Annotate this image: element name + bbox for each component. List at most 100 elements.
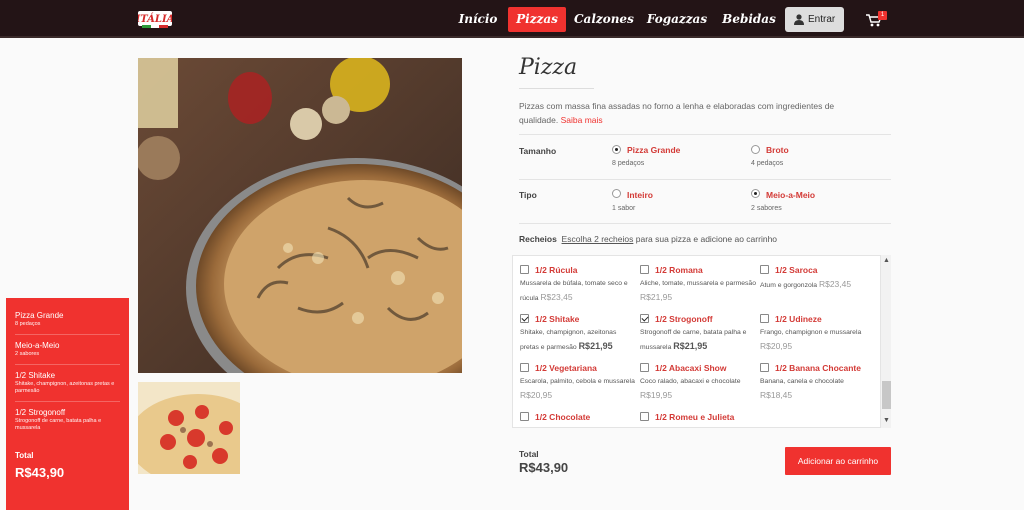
filling-name[interactable]: 1/2 Banana Chocante (775, 363, 861, 373)
filling-desc: Strogonoff de carne, batata palha e muss… (640, 327, 756, 354)
fillings-header: Recheios Escolha 2 recheios para sua piz… (519, 234, 777, 244)
fillings-scrollbar[interactable]: ▲ ▼ (880, 255, 891, 428)
size-sub-grande: 8 pedaços (612, 160, 645, 167)
summary-total-label: Total (15, 451, 34, 460)
total-label: Total (519, 449, 539, 459)
filling-checkbox[interactable] (520, 314, 529, 323)
filling-desc-text: Escarola, palmito, cebola e mussarela (520, 378, 635, 385)
summary-item-name: 1/2 Strogonoff (15, 408, 66, 417)
scroll-up-icon[interactable]: ▲ (883, 257, 890, 265)
nav-bebidas[interactable]: Bebidas (722, 7, 776, 32)
filling-desc-text: Mussarela de búfala, tomate seco e rúcul… (520, 280, 628, 302)
fillings-list[interactable]: 1/2 Rúcula Mussarela de búfala, tomate s… (512, 255, 891, 428)
pizza-thumbnail[interactable] (138, 382, 240, 474)
filling-price: R$19,95 (640, 389, 673, 400)
summary-item-name: 1/2 Shitake (15, 371, 56, 380)
summary-item-detail: Shitake, champignon, azeitonas pretas e … (15, 381, 115, 394)
filling-desc-text: Frango, champignon e mussarela (760, 329, 862, 336)
product-title: Pizza (519, 55, 578, 80)
total-value: R$43,90 (519, 460, 569, 475)
filling-checkbox[interactable] (760, 363, 769, 372)
filling-desc: Banana, canela e chocolate R$18,45 (760, 376, 876, 403)
nav-inicio[interactable]: Início (456, 7, 500, 32)
filling-desc-text: Atum e gorgonzola (760, 282, 818, 289)
nav-calzones[interactable]: Calzones (574, 7, 634, 32)
filling-price: R$21,95 (578, 340, 613, 351)
size-label: Tamanho (519, 146, 557, 156)
saiba-mais-link[interactable]: Saiba mais (561, 115, 603, 125)
filling-desc: Escarola, palmito, cebola e mussarela R$… (520, 376, 636, 403)
add-to-cart-button[interactable]: Adicionar ao carrinho (785, 447, 891, 475)
type-label: Tipo (519, 190, 537, 200)
filling-name[interactable]: 1/2 Abacaxi Show (655, 363, 727, 373)
type-option-inteiro[interactable]: Inteiro (627, 190, 653, 200)
summary-item: Pizza Grande 8 pedaços (15, 311, 120, 335)
italia-logo[interactable]: ITÁLIA (138, 9, 172, 30)
filling-checkbox[interactable] (640, 265, 649, 274)
filling-name[interactable]: 1/2 Udineze (775, 314, 822, 324)
fillings-link[interactable]: Escolha 2 recheios (562, 234, 634, 244)
type-option-meio[interactable]: Meio-a-Meio (766, 190, 815, 200)
filling-checkbox[interactable] (760, 265, 769, 274)
divider (519, 179, 891, 180)
summary-item: 1/2 Strogonoff Strogonoff de carne, bata… (15, 408, 120, 438)
type-radio-inteiro[interactable] (612, 189, 621, 198)
scrollbar-thumb[interactable] (882, 381, 891, 409)
filling-checkbox[interactable] (520, 265, 529, 274)
size-option-grande[interactable]: Pizza Grande (627, 145, 680, 155)
filling-name[interactable]: 1/2 Romeu e Julieta (655, 412, 734, 422)
divider (519, 134, 891, 135)
filling-name[interactable]: 1/2 Rúcula (535, 265, 578, 275)
filling-desc: Mussarela de búfala, tomate seco e rúcul… (520, 278, 636, 305)
summary-item-detail: Strogonoff de carne, batata palha e muss… (15, 418, 102, 431)
svg-text:ITÁLIA: ITÁLIA (138, 13, 172, 25)
nav-pizzas[interactable]: Pizzas (508, 7, 566, 32)
summary-item-detail: 8 pedaços (15, 321, 41, 327)
summary-item-detail: 2 sabores (15, 351, 40, 357)
filling-checkbox[interactable] (640, 314, 649, 323)
filling-desc: Frango, champignon e mussarela R$20,95 (760, 327, 876, 354)
fillings-label: Recheios (519, 234, 557, 244)
summary-total-value: R$43,90 (15, 465, 65, 480)
size-radio-grande[interactable] (612, 145, 621, 154)
filling-price: R$20,95 (760, 340, 793, 351)
summary-item-name: Meio-a-Meio (15, 341, 60, 350)
filling-name[interactable]: 1/2 Romana (655, 265, 703, 275)
title-divider (519, 88, 594, 89)
filling-name[interactable]: 1/2 Vegetariana (535, 363, 597, 373)
filling-price: R$23,45 (818, 279, 852, 289)
scroll-down-icon[interactable]: ▼ (883, 417, 890, 425)
product-description: Pizzas com massa fina assadas no forno a… (519, 99, 859, 127)
filling-desc-text: Coco ralado, abacaxi e chocolate (640, 378, 741, 385)
filling-price: R$23,45 (540, 291, 573, 302)
fillings-hint: para sua pizza e adicione ao carrinho (635, 234, 778, 244)
filling-desc-text: Banana, canela e chocolate (760, 378, 844, 385)
order-summary-sidebar: Pizza Grande 8 pedaços Meio-a-Meio 2 sab… (6, 298, 129, 510)
filling-price: R$21,95 (640, 291, 673, 302)
type-sub-meio: 2 sabores (751, 205, 782, 212)
filling-checkbox[interactable] (760, 314, 769, 323)
filling-name[interactable]: 1/2 Saroca (775, 265, 818, 275)
summary-item: 1/2 Shitake Shitake, champignon, azeiton… (15, 371, 120, 402)
type-sub-inteiro: 1 sabor (612, 205, 636, 212)
top-navbar: ITÁLIA Início Pizzas Calzones Fogazzas B… (0, 0, 1024, 38)
filling-desc: Aliche, tomate, mussarela e parmesão R$2… (640, 278, 756, 305)
filling-name[interactable]: 1/2 Chocolate (535, 412, 590, 422)
filling-checkbox[interactable] (520, 363, 529, 372)
filling-checkbox[interactable] (640, 363, 649, 372)
cart-count-badge: 1 (878, 11, 887, 20)
filling-name[interactable]: 1/2 Shitake (535, 314, 579, 324)
size-radio-broto[interactable] (751, 145, 760, 154)
filling-checkbox[interactable] (520, 412, 529, 421)
filling-checkbox[interactable] (640, 412, 649, 421)
login-button[interactable]: Entrar (785, 7, 844, 32)
nav-fogazzas[interactable]: Fogazzas (645, 7, 709, 32)
type-radio-meio[interactable] (751, 189, 760, 198)
filling-name[interactable]: 1/2 Strogonoff (655, 314, 713, 324)
login-label: Entrar (808, 14, 836, 25)
filling-price: R$18,45 (760, 389, 793, 400)
size-option-broto[interactable]: Broto (766, 145, 789, 155)
size-sub-broto: 4 pedaços (751, 160, 784, 167)
summary-item: Meio-a-Meio 2 sabores (15, 341, 120, 365)
pizza-main-image (138, 58, 462, 373)
